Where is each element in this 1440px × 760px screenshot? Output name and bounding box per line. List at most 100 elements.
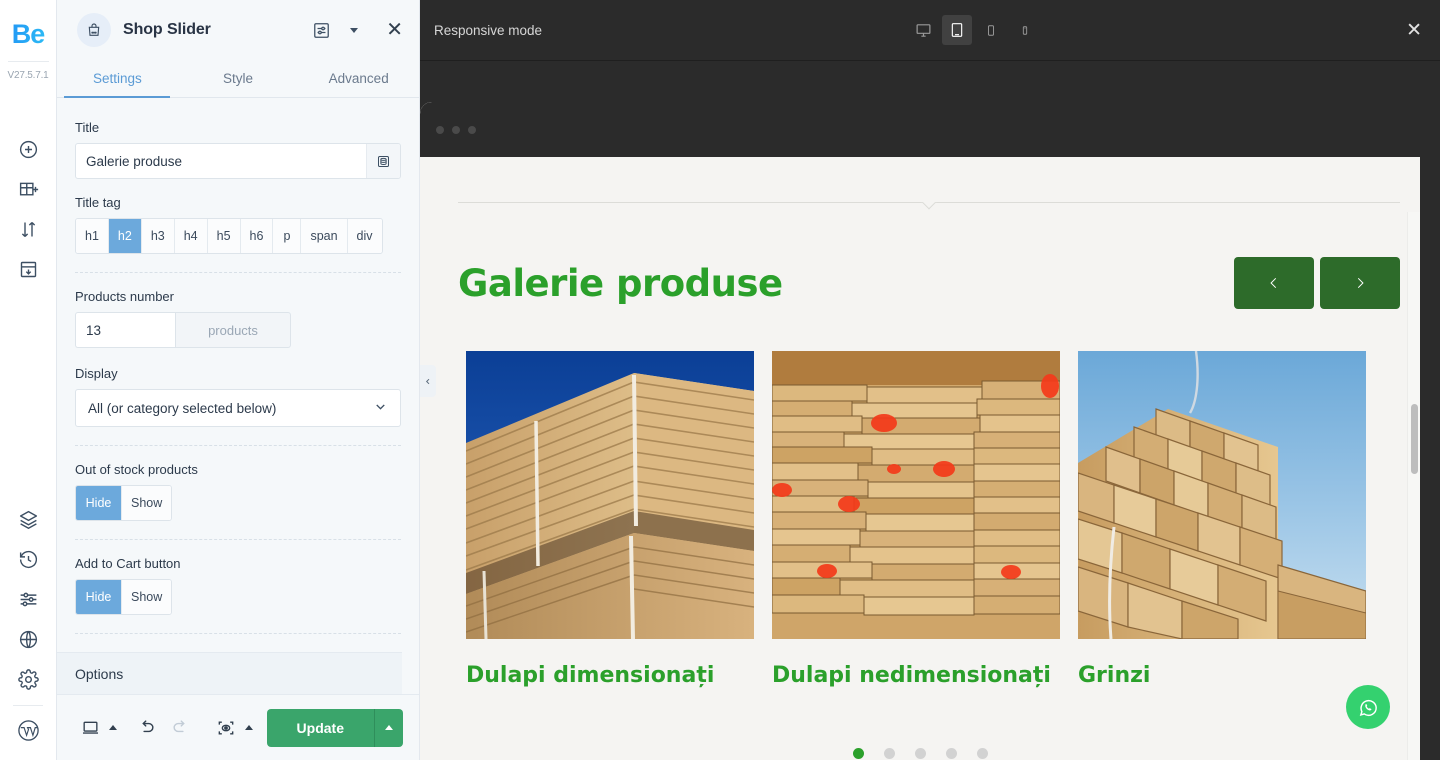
desktop-icon[interactable]: [908, 15, 938, 45]
title-input-wrap: [75, 143, 401, 179]
title-tag-h1[interactable]: h1: [76, 219, 109, 253]
product-image-timber-beams-light-sky: [1078, 351, 1366, 639]
out-of-stock-segmented: Hide Show: [75, 485, 173, 521]
products-number-input[interactable]: [76, 313, 175, 347]
gear-icon[interactable]: [8, 659, 48, 699]
page-scrollbar[interactable]: [1407, 212, 1420, 760]
element-settings-icon[interactable]: [312, 21, 331, 40]
tablet-icon[interactable]: [942, 15, 973, 45]
tab-style[interactable]: Style: [178, 60, 299, 97]
product-title[interactable]: Dulapi nedimensionați: [772, 661, 1060, 691]
page-scrollbar-thumb[interactable]: [1411, 404, 1418, 474]
title-tag-h2[interactable]: h2: [108, 219, 142, 253]
wordpress-icon[interactable]: [8, 710, 48, 750]
preview-eye-icon[interactable]: [209, 711, 243, 745]
products-number-row: products: [75, 312, 291, 348]
panel-tabs: Settings Style Advanced: [57, 60, 419, 98]
title-tag-h3[interactable]: h3: [141, 219, 175, 253]
undo-icon[interactable]: [129, 711, 163, 745]
add-to-cart-hide[interactable]: Hide: [76, 580, 122, 614]
device-preview-icon[interactable]: [73, 711, 107, 745]
add-section-icon[interactable]: [8, 169, 48, 209]
mobile-icon[interactable]: [1010, 15, 1040, 45]
product-card[interactable]: Dulapi nedimensionați: [772, 351, 1060, 691]
left-icon-rail: Be V27.5.7.1: [0, 0, 57, 760]
product-title[interactable]: Grinzi: [1078, 661, 1366, 691]
chevron-up-icon: [385, 725, 393, 730]
update-options-button[interactable]: [375, 708, 403, 747]
brand-logo[interactable]: Be: [0, 16, 56, 52]
responsive-mode-label: Responsive mode: [434, 22, 543, 38]
reorder-icon[interactable]: [8, 209, 48, 249]
tab-settings[interactable]: Settings: [57, 60, 178, 97]
gallery-header: Galerie produse: [458, 257, 1400, 309]
pagination-dot[interactable]: [976, 748, 988, 759]
chevron-down-icon[interactable]: [350, 27, 359, 33]
product-title[interactable]: Dulapi dimensionați: [466, 661, 754, 691]
panel-header: Shop Slider ✕: [57, 0, 419, 60]
display-select[interactable]: All (or category selected below): [75, 389, 401, 427]
out-of-stock-label: Out of stock products: [75, 462, 198, 477]
history-icon[interactable]: [8, 539, 48, 579]
close-responsive-mode-icon[interactable]: ✕: [1406, 21, 1422, 40]
panel-title: Shop Slider: [123, 21, 211, 38]
page-content: Galerie produse Dulapi dimensionați Dula…: [420, 157, 1420, 760]
chrome-dot: [436, 125, 444, 134]
bag-icon: [77, 13, 111, 47]
close-icon[interactable]: ✕: [386, 20, 403, 40]
preview-caret-icon[interactable]: [245, 725, 253, 730]
pagination-dot[interactable]: [914, 748, 926, 759]
display-select-value: All (or category selected below): [88, 400, 277, 416]
divider: [75, 445, 401, 446]
product-slider: Dulapi dimensionați Dulapi nedimensionaț…: [466, 351, 1366, 691]
product-card[interactable]: Dulapi dimensionați: [466, 351, 754, 691]
title-tag-h6[interactable]: h6: [240, 219, 274, 253]
out-of-stock-show[interactable]: Show: [122, 486, 172, 520]
update-button[interactable]: Update: [266, 708, 375, 747]
add-to-cart-segmented: Hide Show: [75, 579, 173, 615]
product-card[interactable]: Grinzi: [1078, 351, 1366, 691]
title-tag-span[interactable]: span: [301, 219, 348, 253]
panel-collapse-handle[interactable]: [420, 365, 436, 397]
title-tag-segmented: h1 h2 h3 h4 h5 h6 p span div: [75, 218, 383, 254]
whatsapp-icon[interactable]: [1346, 685, 1390, 729]
insert-block-icon[interactable]: [8, 249, 48, 289]
slider-prev-button[interactable]: [1234, 257, 1314, 309]
sliders-icon[interactable]: [8, 579, 48, 619]
title-tag-p[interactable]: p: [273, 219, 302, 253]
options-section-header[interactable]: Options: [57, 652, 402, 694]
rail-secondary-icons: [0, 499, 56, 760]
browser-chrome: [420, 102, 1420, 157]
database-icon[interactable]: [366, 144, 400, 178]
pagination-dot[interactable]: [883, 748, 895, 759]
pagination-dot[interactable]: [945, 748, 957, 759]
panel-footer-toolbar: Update: [57, 694, 419, 760]
section-divider: [458, 202, 1400, 216]
globe-icon[interactable]: [8, 619, 48, 659]
device-preview-caret-icon[interactable]: [109, 725, 117, 730]
product-image-stacked-lumber-blue-sky: [466, 351, 754, 639]
chrome-dot: [468, 125, 476, 134]
divider-notch-icon: [920, 202, 938, 212]
product-image-rough-boards-red-marks: [772, 351, 1060, 639]
tab-advanced[interactable]: Advanced: [298, 60, 419, 97]
title-input[interactable]: [76, 144, 366, 178]
preview-area: Responsive mode ✕ Galerie produse Dulapi…: [420, 0, 1440, 760]
gallery-title: Galerie produse: [458, 261, 783, 305]
add-element-icon[interactable]: [8, 129, 48, 169]
divider: [75, 633, 401, 634]
title-tag-label: Title tag: [75, 195, 121, 210]
title-tag-h5[interactable]: h5: [207, 219, 241, 253]
layers-icon[interactable]: [8, 499, 48, 539]
divider: [75, 539, 401, 540]
add-to-cart-show[interactable]: Show: [122, 580, 172, 614]
mobile-landscape-icon[interactable]: [976, 15, 1006, 45]
title-field-label: Title: [75, 120, 100, 135]
title-tag-h4[interactable]: h4: [174, 219, 208, 253]
responsive-mode-bar: Responsive mode ✕: [420, 0, 1440, 61]
out-of-stock-hide[interactable]: Hide: [76, 486, 122, 520]
pagination-dot[interactable]: [852, 748, 864, 759]
title-tag-div[interactable]: div: [347, 219, 382, 253]
redo-icon[interactable]: [163, 711, 197, 745]
slider-next-button[interactable]: [1320, 257, 1400, 309]
